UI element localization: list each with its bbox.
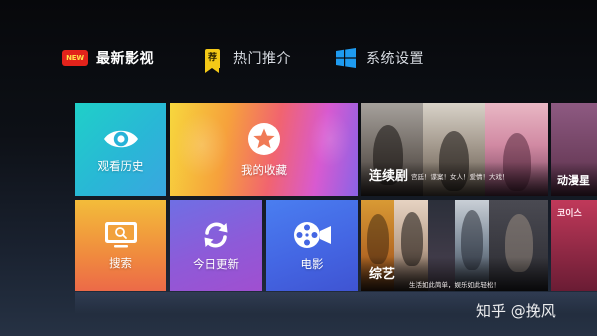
- refresh-icon: [204, 222, 228, 247]
- tile-label: 今日更新: [193, 256, 239, 271]
- poster-title: 连续剧: [369, 169, 409, 184]
- poster-anime-secondary[interactable]: 코이스: [551, 200, 597, 291]
- nav-tab-label: 系统设置: [366, 51, 424, 67]
- recommend-tag-icon: 荐: [205, 48, 220, 73]
- nav-tab-label: 最新影视: [96, 51, 154, 67]
- tile-search[interactable]: 搜索: [75, 200, 166, 291]
- nav-tab-hot-recommend[interactable]: 荐 热门推介: [205, 46, 291, 73]
- nav-tab-latest[interactable]: NEW 最新影视: [62, 46, 154, 70]
- nav-tab-label: 热门推介: [233, 51, 291, 67]
- poster-tv-series[interactable]: 连续剧 宫廷！谍案！女人！爱情！大戏！: [361, 103, 548, 196]
- star-icon: [248, 122, 280, 155]
- poster-title: 动漫星: [557, 174, 590, 187]
- watermark: 知乎 @挽风: [476, 302, 556, 320]
- nav-tab-settings[interactable]: 系统设置: [336, 46, 424, 70]
- tile-label: 观看历史: [97, 158, 144, 173]
- poster-description: 宫廷！谍案！女人！爱情！大戏！: [411, 173, 509, 181]
- tile-label: 搜索: [109, 255, 132, 270]
- tv-search-icon: [104, 221, 137, 247]
- poster-description: 生活如此简单，娱乐如此轻松！: [409, 281, 500, 289]
- poster-anime[interactable]: 动漫星: [551, 103, 597, 196]
- windows-logo-icon: [336, 48, 356, 68]
- tile-movie[interactable]: 电影: [266, 200, 358, 291]
- new-badge-icon: NEW: [62, 50, 88, 66]
- tile-my-favorites[interactable]: 我的收藏: [170, 103, 358, 196]
- tile-label: 我的收藏: [241, 162, 287, 177]
- eye-icon: [103, 130, 138, 147]
- tile-label: 电影: [300, 256, 324, 271]
- poster-variety-show[interactable]: 综艺 生活如此简单，娱乐如此轻松！: [361, 200, 548, 291]
- film-reel-icon: [294, 221, 331, 248]
- tile-today-update[interactable]: 今日更新: [170, 200, 262, 291]
- poster-badge: 코이스: [557, 209, 582, 219]
- poster-title: 综艺: [369, 267, 396, 282]
- tile-watch-history[interactable]: 观看历史: [75, 103, 166, 196]
